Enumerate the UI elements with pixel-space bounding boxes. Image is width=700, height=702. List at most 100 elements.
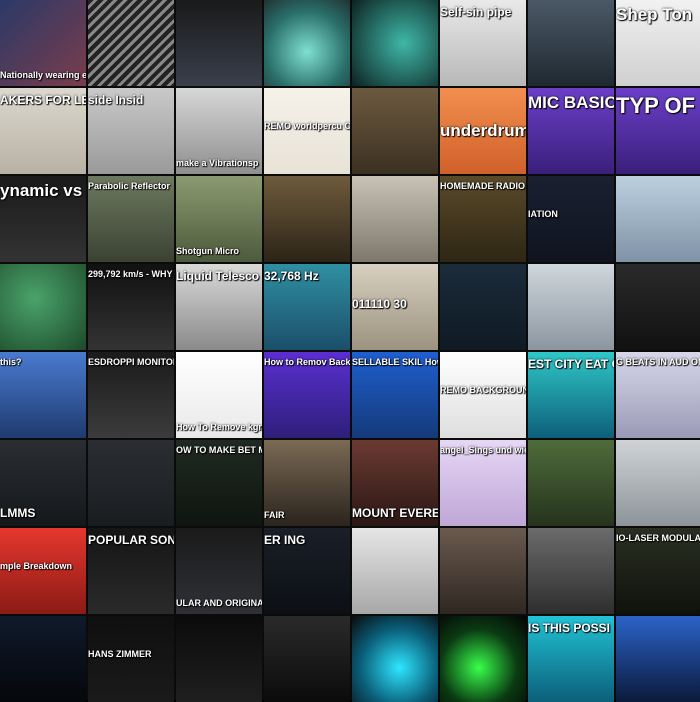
thumbnail-tile[interactable]: Nationally wearing experience...It's dir…: [0, 0, 86, 86]
thumbnail-caption: this?: [0, 357, 22, 367]
thumbnail-caption: AKERS FOR LESS: [0, 93, 86, 107]
thumbnail-tile[interactable]: Self-sin pipe: [440, 0, 526, 86]
thumbnail-tile[interactable]: AKERS FOR LESS: [0, 88, 86, 174]
thumbnail-caption: OW TO MAKE BET MELODIES IN LMM: [176, 445, 262, 455]
thumbnail-caption: REMO BACKGROUND NO: [440, 385, 526, 395]
thumbnail-caption: FAIR: [264, 509, 285, 520]
thumbnail-tile[interactable]: Liquid Telesco: [176, 264, 262, 350]
thumbnail-caption: 299,792 km/s - WHY: [88, 269, 173, 279]
thumbnail-caption: IATION: [528, 209, 558, 219]
thumbnail-tile[interactable]: [352, 528, 438, 614]
thumbnail-tile[interactable]: [0, 264, 86, 350]
thumbnail-tile[interactable]: [0, 616, 86, 702]
thumbnail-caption: IS THIS POSSI: [528, 621, 611, 635]
thumbnail-tile[interactable]: [528, 440, 614, 526]
thumbnail-tile[interactable]: IO-LASER MODULAT: [616, 528, 700, 614]
thumbnail-tile[interactable]: [176, 616, 262, 702]
thumbnail-tile[interactable]: [528, 528, 614, 614]
thumbnail-tile[interactable]: angel_Sings und wierd your singing was: [440, 440, 526, 526]
thumbnail-tile[interactable]: [88, 0, 174, 86]
thumbnail-caption: Self-sin pipe: [440, 5, 512, 19]
thumbnail-tile[interactable]: [264, 0, 350, 86]
thumbnail-caption: underdrum!: [440, 121, 526, 140]
thumbnail-caption: ULAR AND ORIGINAL SAMPLES: [176, 597, 262, 608]
thumbnail-tile[interactable]: [352, 0, 438, 86]
thumbnail-tile[interactable]: MIC BASIC: [528, 88, 614, 174]
thumbnail-tile[interactable]: [616, 616, 700, 702]
thumbnail-tile[interactable]: ULAR AND ORIGINAL SAMPLES: [176, 528, 262, 614]
thumbnail-tile[interactable]: [440, 616, 526, 702]
thumbnail-tile[interactable]: FAIR: [264, 440, 350, 526]
thumbnail-caption: ESDROPPI MONITORS pestSDR: [88, 357, 174, 367]
thumbnail-caption: HANS ZIMMER: [88, 649, 152, 659]
thumbnail-caption: How To Remove kground Noise in Aud: [176, 421, 262, 432]
thumbnail-tile[interactable]: TYP OF MIC: [616, 88, 700, 174]
thumbnail-tile[interactable]: IATION: [528, 176, 614, 262]
thumbnail-tile[interactable]: LMMS: [0, 440, 86, 526]
thumbnail-grid: Nationally wearing experience...It's dir…: [0, 0, 700, 702]
thumbnail-caption: HOMEMADE RADIO: [440, 181, 525, 191]
thumbnail-tile[interactable]: make a Vibrationsp: [176, 88, 262, 174]
thumbnail-tile[interactable]: mple Breakdown: [0, 528, 86, 614]
thumbnail-tile[interactable]: G BEATS IN AUD ONIC SWEATERS: [616, 352, 700, 438]
thumbnail-tile[interactable]: [528, 264, 614, 350]
thumbnail-tile[interactable]: Shep Ton: [616, 0, 700, 86]
thumbnail-tile[interactable]: SELLABLE SKIL How to Rem Background In A…: [352, 352, 438, 438]
thumbnail-caption: 011110 30: [352, 297, 407, 311]
thumbnail-tile[interactable]: 299,792 km/s - WHY: [88, 264, 174, 350]
thumbnail-tile[interactable]: [440, 264, 526, 350]
thumbnail-caption: mple Breakdown: [0, 561, 73, 571]
thumbnail-tile[interactable]: 011110 30: [352, 264, 438, 350]
thumbnail-caption: side Insid: [88, 93, 144, 107]
thumbnail-caption: angel_Sings und wierd your singing was: [440, 445, 526, 455]
thumbnail-tile[interactable]: OW TO MAKE BET MELODIES IN LMM: [176, 440, 262, 526]
thumbnail-caption: Liquid Telesco: [176, 269, 260, 283]
thumbnail-tile[interactable]: this?: [0, 352, 86, 438]
thumbnail-tile[interactable]: [88, 440, 174, 526]
thumbnail-tile[interactable]: underdrum!: [440, 88, 526, 174]
thumbnail-tile[interactable]: [176, 0, 262, 86]
thumbnail-caption: TYP OF MIC: [616, 93, 700, 118]
thumbnail-caption: MIC BASIC: [528, 93, 614, 112]
thumbnail-tile[interactable]: [352, 88, 438, 174]
thumbnail-tile[interactable]: REMO BACKGROUND NO: [440, 352, 526, 438]
thumbnail-tile[interactable]: HANS ZIMMER: [88, 616, 174, 702]
thumbnail-tile[interactable]: [616, 440, 700, 526]
thumbnail-tile[interactable]: MOUNT EVEREST: [352, 440, 438, 526]
thumbnail-tile[interactable]: How to Remov Background N in Audacit: [264, 352, 350, 438]
thumbnail-tile[interactable]: POPULAR SON THEIR ORIGINAL SA: [88, 528, 174, 614]
thumbnail-tile[interactable]: [440, 528, 526, 614]
thumbnail-tile[interactable]: ER ING: [264, 528, 350, 614]
thumbnail-tile[interactable]: 32,768 Hz: [264, 264, 350, 350]
thumbnail-tile[interactable]: EST CITY EAT ORIAL: [528, 352, 614, 438]
thumbnail-caption: EST CITY EAT ORIAL: [528, 357, 614, 371]
thumbnail-tile[interactable]: [352, 176, 438, 262]
thumbnail-caption: LMMS: [0, 506, 36, 521]
thumbnail-tile[interactable]: [616, 176, 700, 262]
thumbnail-caption: POPULAR SON THEIR ORIGINAL SA: [88, 533, 174, 547]
thumbnail-caption: MOUNT EVEREST: [352, 506, 438, 521]
thumbnail-caption: make a Vibrationsp: [176, 157, 259, 168]
thumbnail-tile[interactable]: IS THIS POSSI: [528, 616, 614, 702]
thumbnail-tile[interactable]: ynamic vs Condens: [0, 176, 86, 262]
thumbnail-caption: IO-LASER MODULAT: [616, 533, 700, 543]
thumbnail-tile[interactable]: Shotgun Micro: [176, 176, 262, 262]
thumbnail-tile[interactable]: [528, 0, 614, 86]
thumbnail-tile[interactable]: [352, 616, 438, 702]
thumbnail-caption: G BEATS IN AUD ONIC SWEATERS: [616, 357, 700, 367]
thumbnail-caption: ynamic vs Condens: [0, 181, 86, 200]
thumbnail-caption: SELLABLE SKIL How to Rem Background In A…: [352, 357, 438, 367]
thumbnail-caption: How to Remov Background N in Audacit: [264, 357, 350, 367]
thumbnail-tile[interactable]: ESDROPPI MONITORS pestSDR: [88, 352, 174, 438]
thumbnail-tile[interactable]: REMO worldpercu Ocean Drum - ET-02 Thund…: [264, 88, 350, 174]
thumbnail-caption: Shep Ton: [616, 5, 693, 24]
thumbnail-tile[interactable]: side Insid: [88, 88, 174, 174]
thumbnail-tile[interactable]: Parabolic Reflector: [88, 176, 174, 262]
thumbnail-caption: Nationally wearing experience...It's dir…: [0, 69, 86, 80]
thumbnail-tile[interactable]: How To Remove kground Noise in Aud: [176, 352, 262, 438]
thumbnail-tile[interactable]: [264, 616, 350, 702]
thumbnail-tile[interactable]: [616, 264, 700, 350]
thumbnail-tile[interactable]: HOMEMADE RADIO: [440, 176, 526, 262]
thumbnail-caption: Parabolic Reflector: [88, 181, 171, 191]
thumbnail-tile[interactable]: [264, 176, 350, 262]
